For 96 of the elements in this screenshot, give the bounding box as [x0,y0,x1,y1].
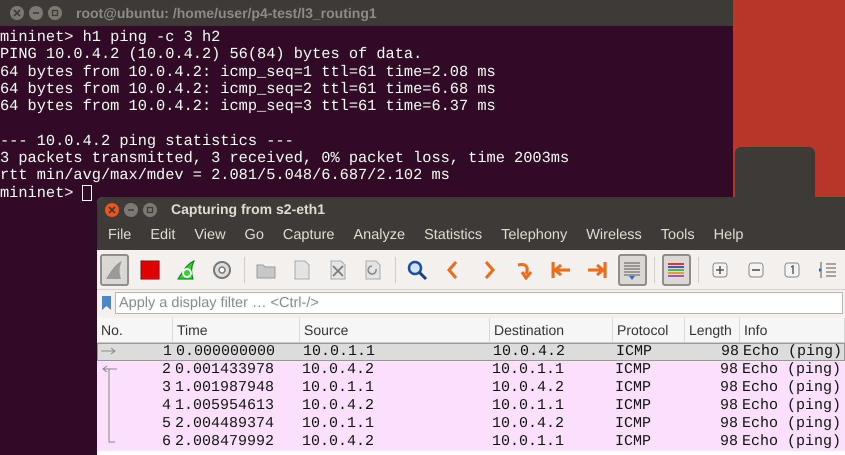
minimize-icon [32,9,40,17]
restart-fin-icon [175,258,198,280]
table-cell-text: 10.0.4.2 [302,396,374,416]
close-button[interactable] [10,6,24,20]
table-cell-text: 2.004489374 [175,414,274,434]
menu-item[interactable]: Statistics [424,225,482,247]
minimize-button[interactable] [29,6,43,20]
table-cell-text: 10.0.1.1 [302,414,374,434]
table-cell-text: Echo (ping) [742,360,842,380]
table-cell-text: 10.0.1.1 [492,396,564,416]
table-cell-text: 98 [720,360,738,380]
window-title: root@ubuntu: /home/user/p4-test/l3_routing1 [76,4,377,23]
terminal-line: mininet> h1 ping -c 3 h2 [0,29,220,46]
table-cell-text: 2.008479992 [175,432,274,452]
table-cell-text: ICMP [615,414,652,434]
menu-item[interactable]: Analyze [353,225,406,247]
terminal-line: rtt min/avg/max/mdev = 2.081/5.048/6.687/2.102 ms [0,167,450,185]
table-cell-text: Echo (ping) [742,378,842,398]
menu-item[interactable]: Edit [150,225,176,247]
table-cell-text: 10.0.1.1 [492,360,564,380]
terminal-line: 3 packets transmitted, 3 received, 0% packet loss, time 2003ms [0,150,570,168]
menu-item[interactable]: View [194,225,226,247]
terminal-line: PING 10.0.4.2 (10.0.4.2) 56(84) bytes of data. [0,46,422,64]
bookmark-icon [102,296,111,310]
close-button[interactable] [105,202,119,216]
menu-item[interactable]: File [108,225,132,247]
table-cell-text: 10.0.1.1 [302,378,374,398]
table-cell-text: 10.0.4.2 [493,342,566,362]
table-cell-text: 3 [162,378,171,398]
table-cell-text: 10.0.4.2 [492,378,564,398]
menu-item[interactable]: Wireless [586,225,642,247]
table-cell-text: 6 [162,432,171,452]
terminal-line: 64 bytes from 10.0.4.2: icmp_seq=2 ttl=61 time=6.68 ms [0,80,496,98]
table-cell-text: 0.001433978 [175,360,274,380]
table-cell-text: ICMP [615,378,652,398]
table-cell-text: 98 [720,414,738,434]
table-cell-text: ICMP [615,360,652,380]
menu-item[interactable]: Tools [660,225,695,247]
packet-row[interactable]: 3 1.001987948 10.0.1.1 10.0.4.2 ICMP 98 Echo (ping) [97,379,845,397]
stop-icon [139,258,162,280]
search-icon [406,258,428,280]
maximize-button[interactable] [48,6,62,20]
table-cell-text: 10.0.4.2 [302,360,374,380]
menu-item[interactable]: Go [244,225,264,247]
column-header[interactable]: Source [300,318,490,342]
terminal-line: 64 bytes from 10.0.4.2: icmp_seq=1 ttl=61 time=2.08 ms [0,64,496,81]
table-cell-text: 0.000000000 [176,342,276,362]
window-title: Capturing from s2-eth1 [171,200,326,219]
column-header[interactable]: Destination [490,318,613,342]
table-cell-text: 2 [162,360,171,380]
close-icon [13,9,21,17]
menu-item[interactable]: Help [714,225,744,247]
table-cell-text: 98 [720,432,738,452]
column-header[interactable]: Protocol [613,318,685,342]
table-cell-text: 1.001987948 [175,378,274,398]
packet-row[interactable]: 1 0.000000000 10.0.1.1 10.0.4.2 ICMP 98 Echo (ping) [97,343,845,361]
display-filter-field[interactable]: Apply a display filter … <Ctrl-/> [115,292,843,314]
packet-row[interactable]: 6 2.008479992 10.0.4.2 10.0.1.1 ICMP 98 Echo (ping) [97,433,845,451]
table-cell-text: Echo (ping) [743,342,842,362]
table-cell-text: 10.0.1.1 [303,342,376,362]
maximize-icon [146,206,154,214]
table-cell-text: 10.0.4.2 [302,432,374,452]
maximize-icon [51,9,59,17]
table-cell-text: 10.0.1.1 [492,432,564,452]
column-header[interactable]: Info [740,318,845,342]
column-header[interactable]: No. [97,318,173,342]
column-header[interactable]: Length [685,318,740,342]
settings-icon [211,258,234,280]
toolbar-button[interactable] [662,254,691,286]
terminal-line: --- 10.0.4.2 ping statistics --- [0,132,294,150]
terminal-line: 64 bytes from 10.0.4.2: icmp_seq=3 ttl=61 time=6.37 ms [0,98,496,116]
menu-item[interactable]: Telephony [501,225,568,247]
table-cell-text: 1.005954613 [175,396,274,416]
terminal-line: mininet> [0,184,74,202]
menu-item[interactable]: Capture [282,225,334,247]
table-cell-text: Echo (ping) [742,396,842,416]
table-cell-text: 5 [162,414,171,434]
minimize-button[interactable] [124,202,138,216]
table-cell-text: 4 [162,396,171,416]
packet-row[interactable]: 5 2.004489374 10.0.1.1 10.0.4.2 ICMP 98 Echo (ping) [97,415,845,433]
table-cell-text: 1 [162,342,172,362]
table-cell-text: 98 [720,396,738,416]
close-icon [108,206,116,214]
maximize-button[interactable] [143,202,157,216]
packet-row[interactable]: 2 0.001433978 10.0.4.2 10.0.1.1 ICMP 98 Echo (ping) [97,361,845,379]
table-cell-text: 98 [720,342,739,362]
toolbar-button[interactable] [618,254,647,286]
table-cell-text: ICMP [615,432,652,452]
table-cell-text: Echo (ping) [742,432,842,452]
table-cell-text: 98 [720,378,738,398]
column-header[interactable]: Time [173,318,300,342]
table-cell-text: ICMP [615,396,652,416]
table-cell-text: Echo (ping) [742,414,842,434]
packet-row[interactable]: 4 1.005954613 10.0.4.2 10.0.1.1 ICMP 98 Echo (ping) [97,397,845,415]
table-cell-text: ICMP [616,342,652,362]
table-cell-text: 10.0.4.2 [492,414,564,434]
